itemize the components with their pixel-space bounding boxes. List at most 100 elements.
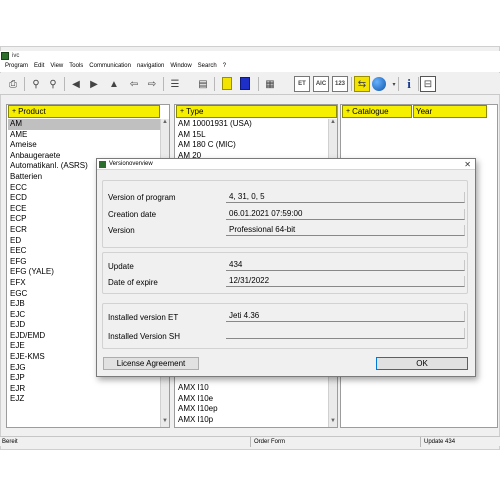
date-of-expire-label: Date of expire <box>108 278 158 287</box>
list-item[interactable]: Ameise <box>8 140 160 151</box>
list-item[interactable]: AMX I10ep <box>176 404 328 415</box>
globe-icon[interactable] <box>372 77 386 91</box>
menu-tools[interactable]: Tools <box>66 61 86 72</box>
chevron-up-icon[interactable]: ▲ <box>329 119 337 128</box>
plus-icon: + <box>12 108 17 115</box>
creation-date-value: 06.01.2021 07:59:00 <box>226 209 465 220</box>
date-of-expire-value: 12/31/2022 <box>226 276 465 287</box>
et-icon[interactable]: ET <box>294 76 310 92</box>
app-icon <box>1 52 9 60</box>
toolbar-separator <box>64 77 65 91</box>
menu-bar: Program Edit View Tools Communication na… <box>0 61 500 72</box>
exit-icon[interactable]: ⊟ <box>420 76 436 92</box>
list-item[interactable]: AM 180 C (MIC) <box>176 140 328 151</box>
toolbar-separator <box>398 77 399 91</box>
list-item[interactable]: AMX I10 <box>176 383 328 394</box>
toolbar-separator <box>351 77 352 91</box>
blue-square-icon[interactable] <box>240 77 250 90</box>
product-header-label: Product <box>18 107 46 116</box>
toolbar-separator <box>214 77 215 91</box>
info-icon[interactable]: i <box>401 76 417 92</box>
installed-version-sh-label: Installed Version SH <box>108 332 181 341</box>
first-icon[interactable]: ◀ <box>68 76 84 92</box>
menu-communication[interactable]: Communication <box>86 61 134 72</box>
close-icon[interactable]: ✕ <box>464 159 471 170</box>
version-group: Version of program 4, 31, 0, 5 Creation … <box>102 180 468 248</box>
count-icon[interactable]: 123 <box>332 76 348 92</box>
list-item[interactable]: AMX I10e <box>176 394 328 405</box>
dialog-title-bar: Versionoverview ✕ <box>97 159 475 170</box>
type-header-label: Type <box>186 107 204 116</box>
toolbar-separator <box>258 77 259 91</box>
license-agreement-button[interactable]: License Agreement <box>103 357 199 370</box>
version-of-program-label: Version of program <box>108 193 176 202</box>
chevron-up-icon[interactable]: ▲ <box>161 119 169 128</box>
print-icon[interactable]: ⎙ <box>5 76 21 92</box>
aic-icon[interactable]: AIC <box>313 76 329 92</box>
menu-search[interactable]: Search <box>195 61 220 72</box>
list-item[interactable]: AM 10001931 (USA) <box>176 119 328 130</box>
status-divider <box>420 437 421 447</box>
catalogue-header-label: Catalogue <box>352 107 389 116</box>
installed-version-et-value: Jeti 4.36 <box>226 311 465 322</box>
toolbar-separator <box>163 77 164 91</box>
chevron-down-icon[interactable]: ▼ <box>329 418 337 427</box>
version-of-program-value: 4, 31, 0, 5 <box>226 192 465 203</box>
catalogue-header[interactable]: + Catalogue <box>342 105 412 118</box>
update-group: Update 434 Date of expire 12/31/2022 <box>102 252 468 294</box>
plus-icon: + <box>346 108 351 115</box>
installed-group: Installed version ET Jeti 4.36 Installed… <box>102 303 468 349</box>
product-header[interactable]: + Product <box>8 105 160 118</box>
list-item[interactable]: AM <box>8 119 160 130</box>
zoom-out-icon[interactable]: ⚲ <box>45 76 61 92</box>
chevron-down-icon[interactable]: ▼ <box>161 418 169 427</box>
toolbar-separator <box>418 77 419 91</box>
menu-edit[interactable]: Edit <box>31 61 47 72</box>
version-value: Professional 64-bit <box>226 225 465 236</box>
menu-navigation[interactable]: navigation <box>134 61 167 72</box>
type-header[interactable]: + Type <box>176 105 337 118</box>
plus-icon: + <box>180 108 185 115</box>
status-order-form: Order Form <box>254 439 286 445</box>
grid-icon[interactable]: ▦ <box>262 76 278 92</box>
update-label: Update <box>108 262 134 271</box>
forward-arrow-icon[interactable]: ⇨ <box>144 76 160 92</box>
layout-icon[interactable]: ⇆ <box>354 76 370 92</box>
app-icon <box>99 161 106 168</box>
status-divider <box>250 437 251 447</box>
toolbar: ⎙ ⚲ ⚲ ◀ ▶ ▲ ⇦ ⇨ ☰ ▤ ▦ ET AIC 123 ⇆ ▾ i ⊟ <box>0 73 500 95</box>
dialog-title: Versionoverview <box>109 161 153 167</box>
menu-view[interactable]: View <box>47 61 66 72</box>
up-icon[interactable]: ▲ <box>106 76 122 92</box>
next-icon[interactable]: ▶ <box>86 76 102 92</box>
list-item[interactable]: EJZ <box>8 394 160 405</box>
list-item[interactable]: AME <box>8 130 160 141</box>
creation-date-label: Creation date <box>108 210 157 219</box>
yellow-square-icon[interactable] <box>222 77 232 90</box>
status-ready: Bereit <box>2 439 18 445</box>
version-label: Version <box>108 226 135 235</box>
menu-program[interactable]: Program <box>2 61 31 72</box>
structure-icon[interactable]: ☰ <box>167 76 183 92</box>
list-item[interactable]: EJR <box>8 384 160 395</box>
list-item[interactable]: AMX I10p <box>176 415 328 426</box>
zoom-in-icon[interactable]: ⚲ <box>28 76 44 92</box>
back-arrow-icon[interactable]: ⇦ <box>126 76 142 92</box>
installed-version-et-label: Installed version ET <box>108 313 179 322</box>
list-item[interactable]: AM 15L <box>176 130 328 141</box>
title-bar: ivc <box>0 51 500 61</box>
type-list-bottom: AMX I10 AMX I10e AMX I10ep AMX I10p <box>176 383 328 427</box>
installed-version-sh-value <box>226 328 465 339</box>
version-overview-dialog: Versionoverview ✕ Version of program 4, … <box>96 158 476 377</box>
year-header[interactable]: Year <box>413 105 487 118</box>
year-header-label: Year <box>416 107 433 116</box>
toolbar-separator <box>24 77 25 91</box>
menu-window[interactable]: Window <box>167 61 194 72</box>
update-value: 434 <box>226 260 465 271</box>
ok-button[interactable]: OK <box>376 357 468 370</box>
status-update: Update 434 <box>424 439 456 445</box>
document-icon[interactable]: ▤ <box>195 76 211 92</box>
window-title: ivc <box>12 53 20 59</box>
chevron-down-icon[interactable]: ▾ <box>386 76 402 92</box>
menu-help[interactable]: ? <box>220 61 229 72</box>
